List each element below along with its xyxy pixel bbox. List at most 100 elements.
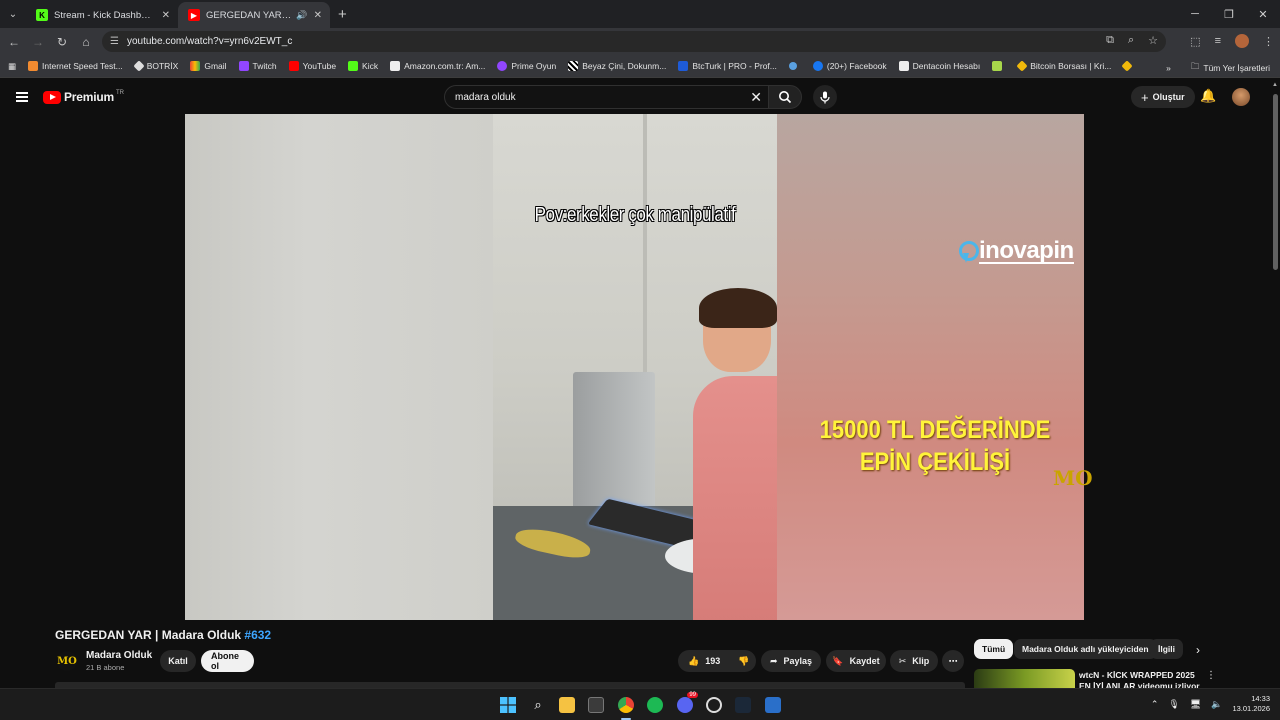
scrollbar-thumb[interactable] bbox=[1273, 94, 1278, 270]
recommended-video-thumbnail[interactable] bbox=[974, 669, 1075, 689]
youtube-premium-logo[interactable]: Premium TR bbox=[43, 90, 124, 104]
install-app-icon[interactable]: ⧉ bbox=[1106, 34, 1114, 47]
page-scrollbar[interactable]: ▲ bbox=[1271, 80, 1280, 688]
windows-taskbar: ⌕ 99 ⌃ 🎙 🖥 🔈 14:33 13.01.2026 bbox=[0, 688, 1280, 720]
zoom-icon[interactable]: ⌕ bbox=[1128, 34, 1134, 47]
notification-badge: 99 bbox=[687, 692, 698, 698]
voice-search-button[interactable] bbox=[813, 85, 837, 109]
app-icon[interactable] bbox=[706, 697, 722, 713]
botrix-icon bbox=[133, 60, 145, 72]
bookmark-dentacoin[interactable]: Dentacoin Hesabı bbox=[898, 61, 980, 71]
channel-avatar[interactable]: MO bbox=[57, 651, 77, 671]
video-player[interactable]: Pov:erkekler çok manipülatif inovapin 15… bbox=[185, 114, 1084, 620]
bookmark-twitch[interactable]: Twitch bbox=[238, 61, 277, 71]
restore-button[interactable]: ❐ bbox=[1212, 0, 1246, 28]
bookmark-green[interactable] bbox=[992, 61, 1006, 71]
more-actions-button[interactable]: ⋯ bbox=[942, 650, 964, 672]
create-button[interactable]: + Oluştur bbox=[1131, 86, 1195, 108]
chevron-right-icon[interactable]: › bbox=[1196, 643, 1200, 657]
bookmark-botrix[interactable]: BOTRİX bbox=[133, 60, 178, 72]
photos-icon[interactable] bbox=[765, 697, 781, 713]
join-button[interactable]: Katıl bbox=[160, 650, 196, 672]
all-bookmarks-link[interactable]: Tüm Yer İşaretleri bbox=[1203, 63, 1270, 73]
dislike-button[interactable]: 👎 bbox=[738, 656, 749, 667]
chrome-icon[interactable] bbox=[618, 697, 634, 713]
clip-button[interactable]: ✂ Klip bbox=[890, 650, 938, 672]
close-window-button[interactable]: ✕ bbox=[1246, 0, 1280, 28]
extensions-icon[interactable]: ⬚ bbox=[1190, 35, 1200, 48]
bookmark-globe[interactable] bbox=[788, 62, 801, 70]
share-label: Paylaş bbox=[783, 656, 813, 666]
save-button[interactable]: 🔖 Kaydet bbox=[826, 650, 886, 672]
notifications-bell-icon[interactable]: 🔔 bbox=[1200, 88, 1216, 104]
site-info-icon[interactable]: ☰ bbox=[110, 36, 119, 47]
share-button[interactable]: ➦ Paylaş bbox=[761, 650, 821, 672]
chip-from-uploader[interactable]: Madara Olduk adlı yükleyiciden bbox=[1014, 639, 1157, 659]
search-icon[interactable]: ⌕ bbox=[530, 697, 546, 713]
volume-icon[interactable]: 🔈 bbox=[1211, 699, 1222, 710]
bookmark-prime-gaming[interactable]: Prime Oyun bbox=[497, 61, 556, 71]
search-button[interactable] bbox=[768, 85, 802, 109]
forward-button[interactable]: → bbox=[26, 35, 50, 49]
tab-youtube-video[interactable]: ▶ GERGEDAN YAR | Madara Olduk #632 - You… bbox=[178, 2, 330, 28]
bookmark-speed-test[interactable]: Internet Speed Test... bbox=[28, 61, 123, 71]
speaker-icon[interactable]: 🔊 bbox=[296, 10, 307, 21]
apps-grid-icon[interactable]: ▦ bbox=[8, 61, 16, 72]
chrome-menu-icon[interactable]: ⋮ bbox=[1263, 35, 1274, 48]
clear-search-icon[interactable]: ✕ bbox=[750, 89, 762, 106]
minimize-button[interactable]: ─ bbox=[1178, 0, 1212, 28]
account-avatar[interactable] bbox=[1232, 88, 1250, 106]
close-tab-icon[interactable]: ✕ bbox=[162, 10, 170, 21]
tray-overflow-icon[interactable]: ⌃ bbox=[1151, 699, 1159, 710]
bookmark-amazon[interactable]: Amazon.com.tr: Am... bbox=[390, 61, 485, 71]
bookmark-label: BtcTurk | PRO - Prof... bbox=[692, 61, 777, 71]
new-tab-button[interactable]: + bbox=[338, 6, 347, 23]
menu-icon[interactable] bbox=[16, 92, 28, 102]
subscribe-label: Abone ol bbox=[211, 651, 239, 671]
chip-related[interactable]: İlgili bbox=[1150, 639, 1183, 659]
microphone-tray-icon[interactable]: 🎙 bbox=[1168, 699, 1179, 710]
bookmark-facebook[interactable]: (20+) Facebook bbox=[812, 61, 887, 71]
chip-all[interactable]: Tümü bbox=[974, 639, 1014, 659]
video-caption-overlay: Pov:erkekler çok manipülatif bbox=[534, 204, 736, 226]
subscribe-button[interactable]: Abone ol bbox=[201, 650, 254, 672]
recommended-video-title[interactable]: wtcN - KİCK WRAPPED 2025 EN İYİ ANLAR vi… bbox=[1079, 670, 1204, 688]
channel-name[interactable]: Madara Olduk bbox=[86, 650, 152, 661]
tab-search-chevron-icon[interactable]: ⌄ bbox=[0, 0, 26, 28]
address-bar[interactable]: ☰ youtube.com/watch?v=yrn6v2EWT_c ⧉ ⌕ ☆ bbox=[102, 31, 1166, 52]
home-button[interactable]: ⌂ bbox=[74, 35, 98, 49]
window-controls: ─ ❐ ✕ bbox=[1178, 0, 1280, 28]
bookmark-star-icon[interactable]: ☆ bbox=[1148, 34, 1158, 47]
more-vertical-icon[interactable]: ⋮ bbox=[1206, 670, 1216, 681]
clock[interactable]: 14:33 13.01.2026 bbox=[1232, 694, 1270, 714]
bookmark-beyaz-cini[interactable]: Beyaz Çini, Dokunm... bbox=[568, 61, 666, 71]
bookmark-kick[interactable]: Kick bbox=[348, 61, 378, 71]
bookmark-btcturk[interactable]: BtcTurk | PRO - Prof... bbox=[678, 61, 777, 71]
clock-time: 14:33 bbox=[1251, 694, 1270, 703]
network-icon[interactable]: 🖥 bbox=[1190, 699, 1201, 710]
like-button[interactable]: 👍 193 bbox=[688, 656, 720, 667]
search-input[interactable]: madara olduk ✕ bbox=[444, 85, 768, 109]
bookmark-binance[interactable] bbox=[1121, 60, 1135, 72]
reload-button[interactable]: ↻ bbox=[50, 35, 74, 49]
microphone-icon bbox=[820, 91, 830, 103]
bookmark-youtube[interactable]: YouTube bbox=[288, 61, 336, 71]
spotify-icon[interactable] bbox=[647, 697, 663, 713]
discord-icon[interactable]: 99 bbox=[677, 692, 698, 713]
chip-label: Tümü bbox=[982, 644, 1006, 654]
store-icon[interactable] bbox=[588, 697, 604, 713]
media-control-icon[interactable]: ≡ bbox=[1215, 35, 1221, 47]
channel-watermark[interactable]: MO bbox=[1053, 466, 1093, 490]
steam-icon[interactable] bbox=[735, 697, 751, 713]
profile-avatar[interactable] bbox=[1235, 34, 1249, 48]
bookmark-bitcoin-borsasi[interactable]: Bitcoin Borsası | Kri... bbox=[1016, 60, 1111, 72]
video-title-hashtag[interactable]: #632 bbox=[244, 628, 271, 642]
close-tab-icon[interactable]: ✕ bbox=[314, 10, 322, 21]
file-explorer-icon[interactable] bbox=[559, 697, 575, 713]
windows-start-icon[interactable] bbox=[500, 697, 516, 713]
back-button[interactable]: ← bbox=[2, 35, 26, 49]
tab-kick-dashboard[interactable]: K Stream - Kick Dashboard ✕ bbox=[26, 2, 178, 28]
bookmark-gmail[interactable]: Gmail bbox=[190, 61, 227, 71]
scroll-up-icon[interactable]: ▲ bbox=[1272, 82, 1278, 88]
more-bookmarks-icon[interactable]: » bbox=[1166, 63, 1171, 73]
